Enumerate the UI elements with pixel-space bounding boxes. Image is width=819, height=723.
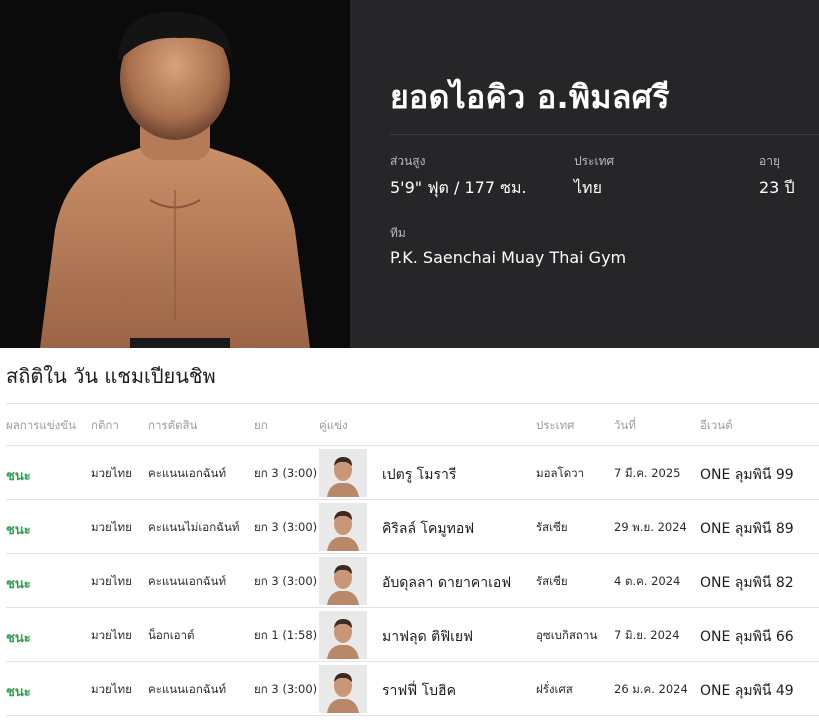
round-cell: ยก 3 (3:00) [254, 574, 318, 588]
result-cell: ชนะ [6, 577, 31, 592]
method-cell: น็อกเอาต์ [148, 628, 195, 642]
table-row[interactable]: ชนะ มวยไทย น็อกเอาต์ ยก 1 (1:58) มาฟลุด ติฟิ… [6, 608, 819, 662]
opponent-name[interactable]: มาฟลุด ติฟิเยฟ [382, 626, 473, 648]
country-value: ไทย [574, 178, 602, 197]
round-cell: ยก 3 (3:00) [254, 520, 318, 534]
date-cell: 7 มิ.ย. 2024 [614, 628, 680, 642]
fighter-photo [0, 0, 350, 348]
age-label: อายุ [759, 154, 780, 168]
event-link[interactable]: ONE ลุมพินี 82 [700, 572, 794, 594]
date-cell: 26 ม.ค. 2024 [614, 682, 688, 696]
rule-cell: มวยไทย [91, 682, 132, 696]
rule-cell: มวยไทย [91, 628, 132, 642]
method-cell: คะแนนเอกฉันท์ [148, 466, 227, 480]
header-opponent: คู่แข่ง [319, 418, 348, 432]
country-cell: รัสเซีย [536, 520, 568, 534]
stats-title-divider [6, 403, 819, 404]
date-cell: 7 มี.ค. 2025 [614, 466, 681, 480]
opponent-name[interactable]: คิริลล์ โคมูทอฟ [382, 518, 474, 540]
table-row[interactable]: ชนะ มวยไทย คะแนนเอกฉันท์ ยก 3 (3:00) ราฟฟี่ … [6, 662, 819, 716]
header-country: ประเทศ [536, 418, 575, 432]
result-cell: ชนะ [6, 469, 31, 484]
round-cell: ยก 1 (1:58) [254, 628, 318, 642]
height-value: 5'9" ฟุต / 177 ซม. [390, 178, 527, 197]
team-value: P.K. Saenchai Muay Thai Gym [390, 248, 627, 267]
method-cell: คะแนนเอกฉันท์ [148, 574, 227, 588]
opponent-name[interactable]: ราฟฟี่ โบฮิค [382, 680, 456, 702]
country-cell: รัสเซีย [536, 574, 568, 588]
date-cell: 29 พ.ย. 2024 [614, 520, 687, 534]
opponent-avatar[interactable] [319, 611, 367, 659]
header-event: อีเวนต์ [700, 418, 733, 432]
header-round: ยก [254, 418, 268, 432]
opponent-avatar[interactable] [319, 449, 367, 497]
opponent-avatar[interactable] [319, 665, 367, 713]
result-cell: ชนะ [6, 685, 31, 700]
country-cell: ฝรั่งเศส [536, 682, 573, 696]
method-cell: คะแนนเอกฉันท์ [148, 682, 227, 696]
country-cell: อุซเบกิสถาน [536, 628, 598, 642]
rule-cell: มวยไทย [91, 574, 132, 588]
fighter-info-panel: ยอดไอคิว อ.พิมลศรี ส่วนสูง 5'9" ฟุต / 17… [350, 0, 819, 348]
date-cell: 4 ต.ค. 2024 [614, 574, 681, 588]
opponent-avatar[interactable] [319, 503, 367, 551]
age-value: 23 ปี [759, 178, 795, 197]
country-label: ประเทศ [574, 154, 615, 168]
fighter-name: ยอดไอคิว อ.พิมลศรี [390, 78, 670, 116]
round-cell: ยก 3 (3:00) [254, 466, 318, 480]
header-date: วันที่ [614, 418, 636, 432]
event-link[interactable]: ONE ลุมพินี 49 [700, 680, 794, 702]
country-cell: มอลโดวา [536, 466, 585, 480]
event-link[interactable]: ONE ลุมพินี 99 [700, 464, 794, 486]
result-cell: ชนะ [6, 523, 31, 538]
rule-cell: มวยไทย [91, 520, 132, 534]
result-cell: ชนะ [6, 631, 31, 646]
table-row[interactable]: ชนะ มวยไทย คะแนนเอกฉันท์ ยก 3 (3:00) อับดุลล… [6, 554, 819, 608]
opponent-avatar[interactable] [319, 557, 367, 605]
height-label: ส่วนสูง [390, 154, 426, 168]
event-link[interactable]: ONE ลุมพินี 66 [700, 626, 794, 648]
opponent-name[interactable]: เปตรู โมรารี [382, 464, 456, 486]
event-link[interactable]: ONE ลุมพินี 89 [700, 518, 794, 540]
fighter-hero: ยอดไอคิว อ.พิมลศรี ส่วนสูง 5'9" ฟุต / 17… [0, 0, 819, 348]
info-divider [390, 134, 819, 135]
table-row[interactable]: ชนะ มวยไทย คะแนนเอกฉันท์ ยก 3 (3:00) เปตรู โ… [6, 446, 819, 500]
table-row[interactable]: ชนะ มวยไทย คะแนนไม่เอกฉันท์ ยก 3 (3:00) คิริ… [6, 500, 819, 554]
rule-cell: มวยไทย [91, 466, 132, 480]
round-cell: ยก 3 (3:00) [254, 682, 318, 696]
header-rule: กติกา [91, 418, 119, 432]
header-result: ผลการแข่งขัน [6, 418, 76, 432]
opponent-name[interactable]: อับดุลลา ดายาคาเอฟ [382, 572, 511, 594]
header-method: การตัดสิน [148, 418, 198, 432]
method-cell: คะแนนไม่เอกฉันท์ [148, 520, 240, 534]
team-label: ทีม [390, 226, 406, 240]
stats-title: สถิติใน วัน แชมเปียนชิพ [6, 364, 216, 388]
